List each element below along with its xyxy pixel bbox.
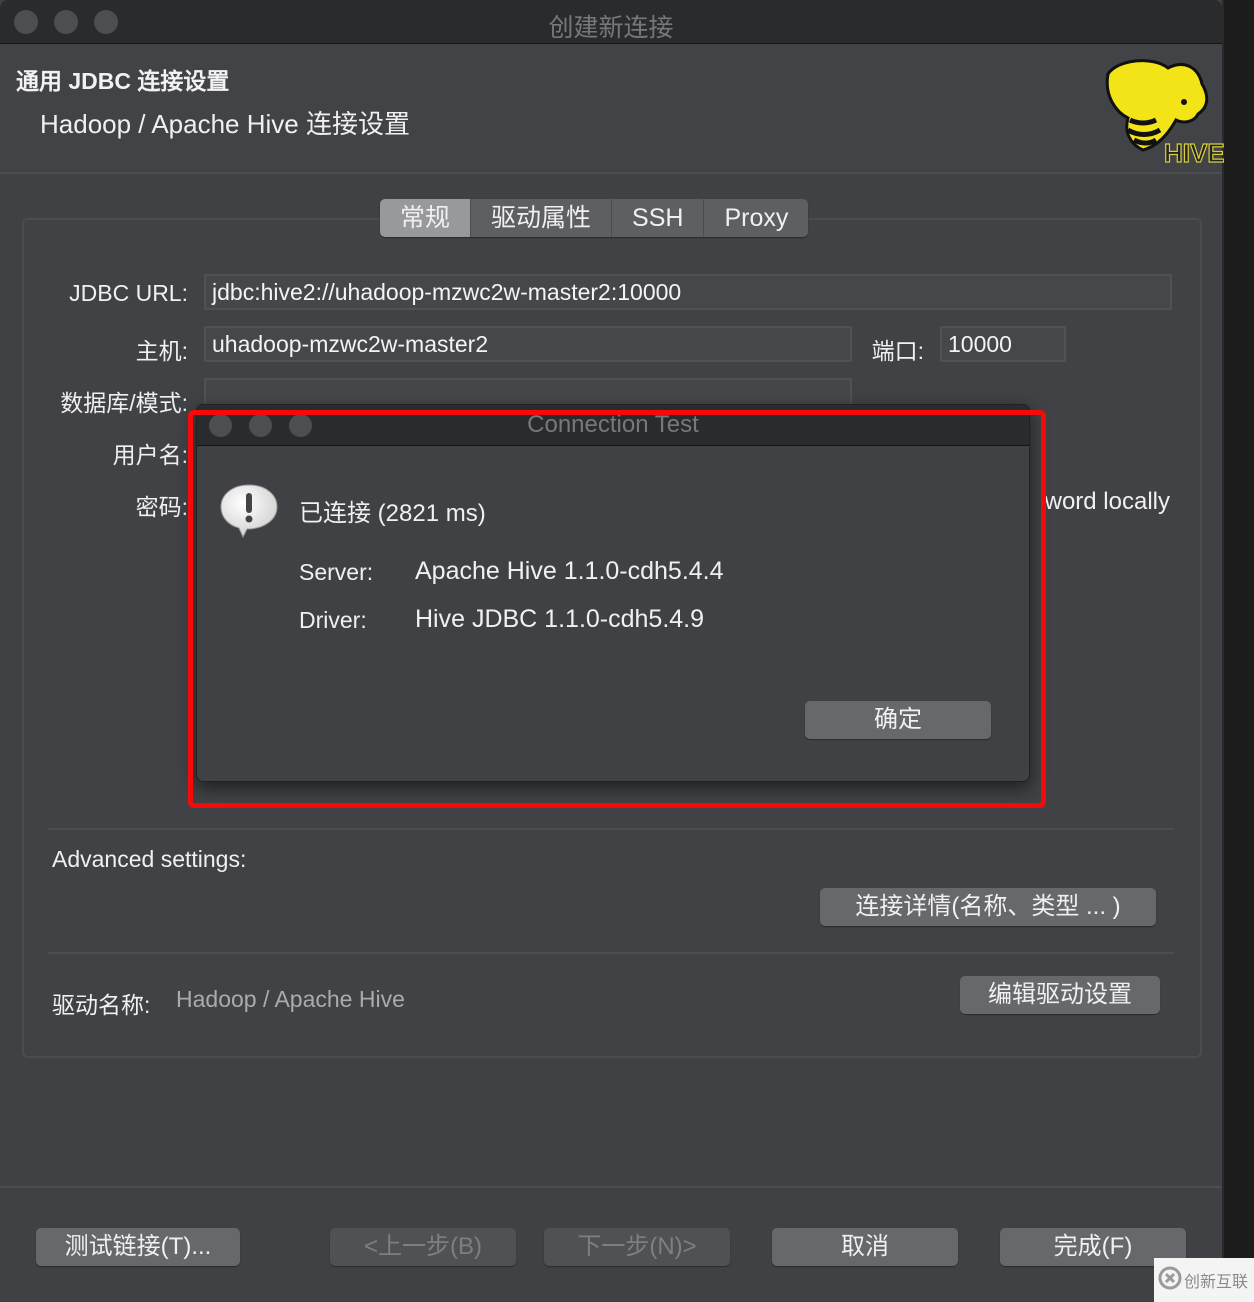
window-titlebar: 创建新连接 <box>0 0 1222 44</box>
jdbc-url-input[interactable]: jdbc:hive2://uhadoop-mzwc2w-master2:1000… <box>204 274 1172 310</box>
window-title: 创建新连接 <box>548 14 674 42</box>
watermark-text: 创新互联 <box>1184 1274 1249 1291</box>
server-label: Server: <box>299 559 374 585</box>
page-title: 通用 JDBC 连接设置 <box>16 68 230 94</box>
database-label: 数据库/模式: <box>60 390 188 416</box>
hive-logo-text: HIVE <box>1164 138 1224 166</box>
settings-tabs: 常规 驱动属性 SSH Proxy <box>380 199 809 237</box>
advanced-settings-label: Advanced settings: <box>52 846 247 872</box>
jdbc-url-label: JDBC URL: <box>69 280 188 306</box>
driver-name-label: 驱动名称: <box>52 992 151 1018</box>
footer-divider <box>0 1186 1222 1188</box>
tab-driver-properties[interactable]: 驱动属性 <box>470 199 612 237</box>
driver-label: Driver: <box>299 607 367 633</box>
tab-general[interactable]: 常规 <box>380 199 471 237</box>
host-label: 主机: <box>135 338 188 364</box>
tab-ssh[interactable]: SSH <box>611 199 704 237</box>
ok-button[interactable]: 确定 <box>805 701 991 739</box>
back-button[interactable]: <上一步(B) <box>330 1228 516 1266</box>
host-input[interactable]: uhadoop-mzwc2w-master2 <box>204 326 852 362</box>
test-connection-button[interactable]: 测试链接(T)... <box>36 1228 240 1266</box>
edit-driver-settings-button[interactable]: 编辑驱动设置 <box>960 976 1160 1014</box>
page-subtitle: Hadoop / Apache Hive 连接设置 <box>40 109 410 139</box>
watermark: 创新互联 <box>1154 1258 1254 1302</box>
wizard-header: 通用 JDBC 连接设置 Hadoop / Apache Hive 连接设置 <box>0 44 1222 174</box>
divider <box>48 952 1174 954</box>
dialog-title: Connection Test <box>527 411 699 438</box>
hive-logo-icon: HIVE <box>1105 59 1224 166</box>
driver-name-value: Hadoop / Apache Hive <box>176 986 405 1012</box>
port-input[interactable]: 10000 <box>940 326 1066 362</box>
port-label: 端口: <box>871 338 924 364</box>
cancel-button[interactable]: 取消 <box>772 1228 958 1266</box>
server-value: Apache Hive 1.1.0-cdh5.4.4 <box>415 557 724 585</box>
connection-details-button[interactable]: 连接详情(名称、类型 ... ) <box>820 888 1156 926</box>
watermark-logo-icon <box>1158 1266 1182 1290</box>
connection-status: 已连接 (2821 ms) <box>299 500 486 527</box>
background-window-edge <box>1224 0 1254 1302</box>
driver-value: Hive JDBC 1.1.0-cdh5.4.9 <box>415 605 705 633</box>
connection-test-dialog: Connection Test 已连接 (2821 ms) Server: Ap… <box>196 404 1030 782</box>
password-label: 密码: <box>135 494 188 520</box>
username-label: 用户名: <box>112 442 188 468</box>
next-button[interactable]: 下一步(N)> <box>544 1228 730 1266</box>
alert-icon <box>220 484 278 539</box>
divider <box>48 828 1174 830</box>
tab-proxy[interactable]: Proxy <box>703 199 809 237</box>
dialog-titlebar: Connection Test <box>197 405 1029 446</box>
